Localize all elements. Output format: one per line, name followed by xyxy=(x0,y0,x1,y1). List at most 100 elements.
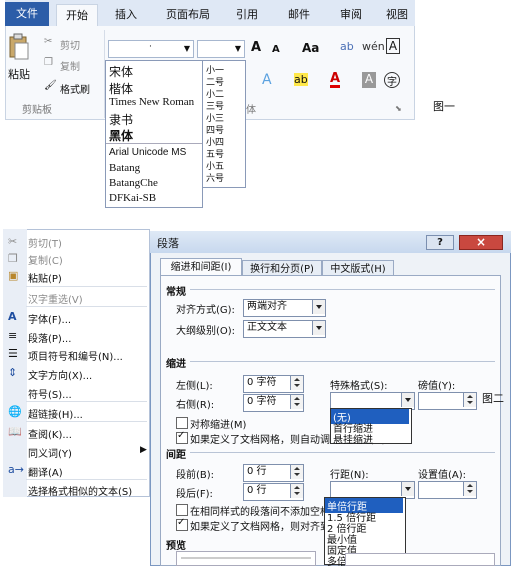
size-item[interactable]: 六号 xyxy=(206,171,224,184)
paragraph-icon: ≡ xyxy=(8,329,18,342)
mirror-indent-label: 对称缩进(M) xyxy=(190,420,247,431)
space-before-spinner[interactable]: 0 行 xyxy=(243,464,304,482)
translate-icon: a→ xyxy=(8,463,24,476)
left-indent-spinner[interactable]: 0 字符 xyxy=(243,375,304,393)
section-preview: 预览 xyxy=(166,541,186,552)
font-item[interactable]: Batang xyxy=(109,162,140,174)
font-item[interactable]: DFKai-SB xyxy=(109,192,156,204)
char-shading-icon[interactable]: A xyxy=(362,72,376,88)
section-general: 常规 xyxy=(166,287,186,298)
mirror-indent-checkbox[interactable] xyxy=(176,417,188,429)
snap-to-grid-checkbox[interactable] xyxy=(176,517,188,531)
change-case-button[interactable]: Aa xyxy=(302,41,319,55)
phonetic-guide-icon[interactable]: ab xyxy=(340,40,354,53)
tab-page-layout[interactable]: 页面布局 xyxy=(158,4,218,26)
dialog-titlebar xyxy=(150,231,511,253)
paste-button[interactable]: 粘贴 xyxy=(8,66,30,82)
outline-level-select[interactable]: 正文文本 xyxy=(243,320,326,338)
no-space-label: 在相同样式的段落间不添加空格(C) xyxy=(190,507,345,518)
font-icon: A xyxy=(8,310,17,323)
right-indent-spinner[interactable]: 0 字符 xyxy=(243,394,304,412)
font-item[interactable]: 楷体 xyxy=(109,80,133,97)
preview-box-right xyxy=(345,553,495,566)
font-item[interactable]: BatangChe xyxy=(109,177,158,189)
tab-file[interactable]: 文件 xyxy=(5,2,49,26)
cut-button[interactable]: 剪切 xyxy=(60,37,80,52)
dialog-launcher-icon[interactable]: ⬊ xyxy=(395,104,402,113)
divider xyxy=(190,289,495,290)
right-indent-label: 右侧(R): xyxy=(176,400,215,411)
tab-home[interactable]: 开始 xyxy=(56,4,98,26)
tab-review[interactable]: 审阅 xyxy=(331,4,371,26)
hyperlink-icon: 🌐 xyxy=(8,405,22,418)
format-painter-button[interactable]: 格式刷 xyxy=(60,81,90,96)
left-indent-label: 左侧(L): xyxy=(176,381,213,392)
menu-item-synonyms[interactable]: 同义词(Y) xyxy=(28,445,72,460)
alignment-select[interactable]: 两端对齐 xyxy=(243,299,326,317)
font-size-combo[interactable]: ▼ xyxy=(197,40,245,58)
menu-item-text-direction[interactable]: 文字方向(X)... xyxy=(28,367,92,382)
menu-separator xyxy=(26,306,147,307)
help-button[interactable]: ? xyxy=(426,235,454,250)
paste-icon[interactable] xyxy=(8,33,30,61)
menu-item-select-similar[interactable]: 选择格式相似的文本(S) xyxy=(28,483,132,498)
font-item[interactable]: 宋体 xyxy=(109,63,133,80)
menu-item-hyperlink[interactable]: 超链接(H)... xyxy=(28,406,83,421)
format-painter-icon: 🖌 xyxy=(44,80,57,91)
font-item[interactable]: Arial Unicode MS xyxy=(109,147,186,158)
char-border-icon[interactable]: A xyxy=(386,38,400,54)
font-group-label: 体 xyxy=(246,105,256,116)
by-label: 磅值(Y): xyxy=(418,381,456,392)
copy-button[interactable]: 复制 xyxy=(60,58,80,73)
section-spacing: 间距 xyxy=(166,450,186,461)
clear-format-icon[interactable]: wén xyxy=(362,40,385,53)
no-space-checkbox[interactable] xyxy=(176,504,188,516)
highlight-icon[interactable]: ab xyxy=(294,73,308,86)
tab-mailings[interactable]: 邮件 xyxy=(279,4,319,26)
chevron-down-icon: ▼ xyxy=(234,44,241,53)
menu-item-reconvert[interactable]: 汉字重选(V) xyxy=(28,291,83,306)
menu-item-font[interactable]: 字体(F)... xyxy=(28,311,71,326)
special-format-label: 特殊格式(S): xyxy=(330,381,388,392)
option[interactable]: 悬挂缩进 xyxy=(333,431,373,446)
menu-item-paragraph[interactable]: 段落(P)... xyxy=(28,330,71,345)
font-item[interactable]: 隶书 xyxy=(109,111,133,128)
menu-item-translate[interactable]: 翻译(A) xyxy=(28,464,63,479)
menu-separator xyxy=(26,401,147,402)
outline-level-label: 大纲级别(O): xyxy=(176,326,236,337)
menu-separator xyxy=(26,479,147,480)
copy-icon: ❐ xyxy=(44,57,53,68)
menu-item-copy[interactable]: 复制(C) xyxy=(28,252,63,267)
space-after-spinner[interactable]: 0 行 xyxy=(243,483,304,501)
shrink-font-button[interactable]: A xyxy=(272,44,280,55)
tab-view[interactable]: 视图 xyxy=(380,4,414,26)
menu-item-lookup[interactable]: 查阅(K)... xyxy=(28,426,72,441)
by-spinner[interactable] xyxy=(418,392,477,410)
clipboard-group-label: 剪贴板 xyxy=(22,105,52,116)
font-name-combo[interactable]: · ▼ xyxy=(108,40,194,58)
menu-item-bullets-numbering[interactable]: 项目符号和编号(N)... xyxy=(28,348,123,363)
menu-separator xyxy=(26,286,147,287)
divider xyxy=(190,361,495,362)
font-item[interactable]: Times New Roman xyxy=(109,96,194,108)
font-item[interactable]: 黑体 xyxy=(109,127,133,144)
at-label: 设置值(A): xyxy=(418,470,467,481)
font-color-icon[interactable]: A xyxy=(330,72,341,88)
bullets-icon: ☰ xyxy=(8,347,18,360)
auto-adjust-checkbox[interactable] xyxy=(176,430,188,444)
caption-figure-1: 图一 xyxy=(433,100,455,113)
enclose-char-icon[interactable]: 字 xyxy=(384,72,400,88)
tab-insert[interactable]: 插入 xyxy=(106,4,146,26)
space-before-label: 段前(B): xyxy=(176,470,215,481)
text-effect-icon[interactable]: A xyxy=(262,72,272,88)
menu-item-paste[interactable]: 粘贴(P) xyxy=(28,270,62,285)
preview-box xyxy=(176,551,316,566)
menu-item-cut[interactable]: 剪切(T) xyxy=(28,235,62,250)
close-button[interactable]: × xyxy=(459,235,503,250)
tab-references[interactable]: 引用 xyxy=(227,4,267,26)
menu-item-symbol[interactable]: 符号(S)... xyxy=(28,386,72,401)
line-spacing-label: 行距(N): xyxy=(330,470,369,481)
tab-indents-spacing[interactable]: 缩进和间距(I) xyxy=(160,258,242,276)
at-spinner[interactable] xyxy=(418,481,477,499)
grow-font-button[interactable]: A xyxy=(251,40,261,55)
